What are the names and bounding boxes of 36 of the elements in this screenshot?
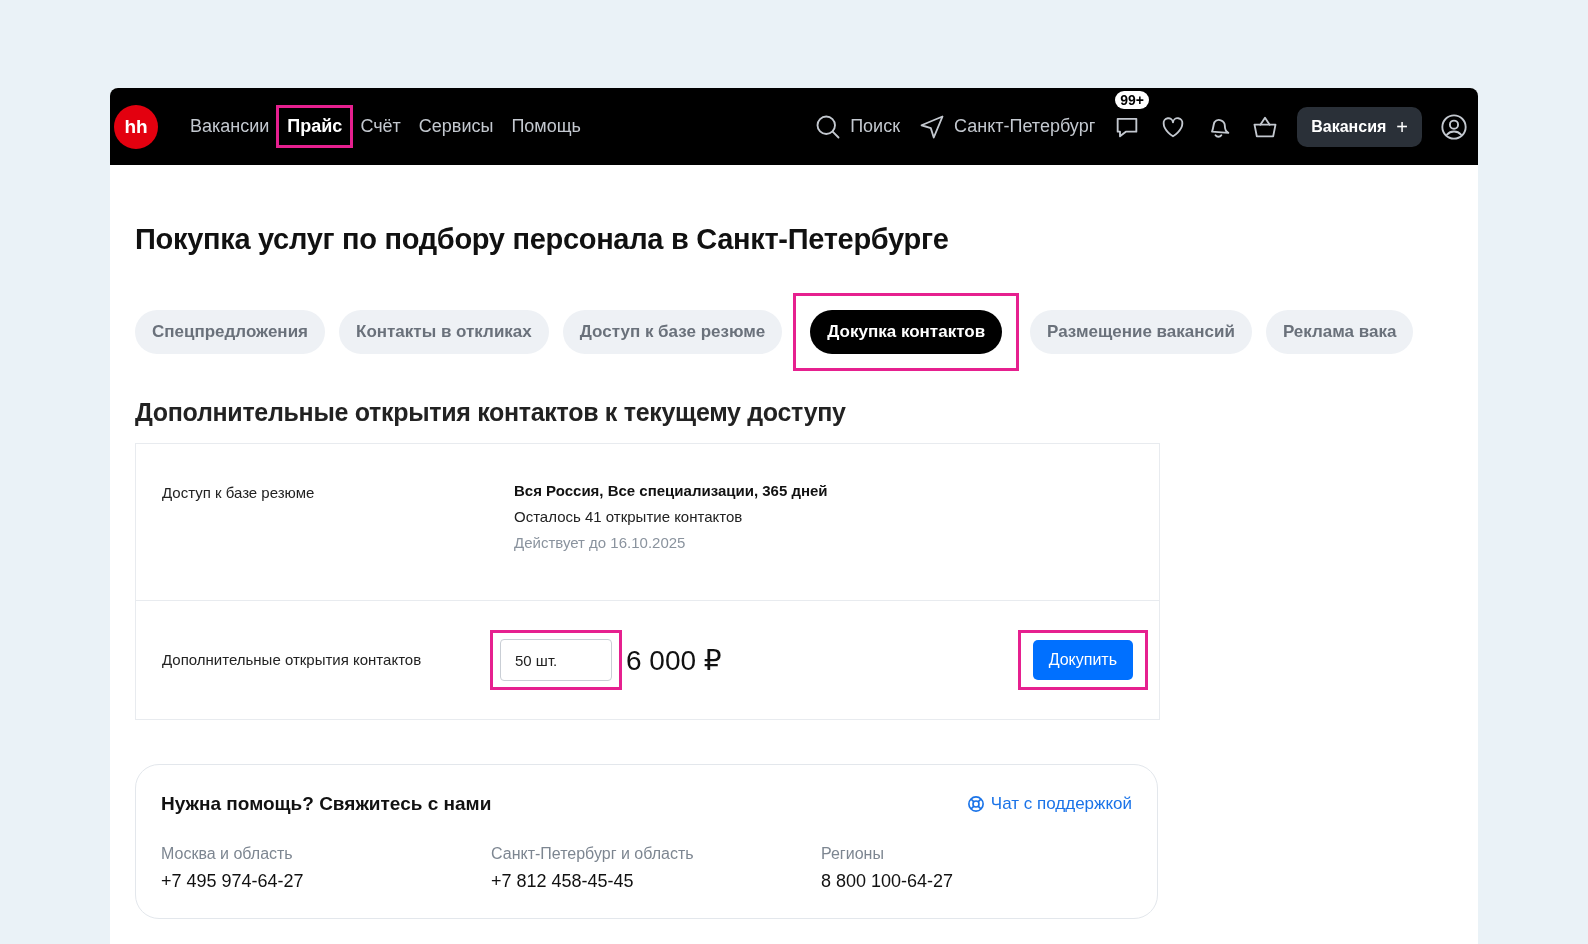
category-tab[interactable]: Доступ к базе резюме: [562, 310, 783, 354]
buy-button[interactable]: Докупить: [1032, 640, 1133, 680]
phone-number: 8 800 100-64-27: [821, 871, 955, 892]
phone-number: +7 812 458-45-45: [491, 871, 635, 892]
quantity-field[interactable]: 50 шт.: [500, 639, 612, 681]
add-vacancy-button[interactable]: Вакансия +: [1297, 106, 1422, 147]
category-tab[interactable]: Реклама вака: [1265, 310, 1414, 354]
nav-link[interactable]: Счёт: [354, 110, 407, 143]
price: 6 000 ₽: [626, 643, 722, 677]
row-label: Доступ к базе резюме: [162, 483, 316, 503]
nav-link[interactable]: Вакансии: [184, 110, 276, 143]
section-title: Дополнительные открытия контактов к текущему доступу: [135, 398, 847, 427]
access-info: Осталось 41 открытие контактов: [514, 508, 744, 525]
nav-link[interactable]: Прайс: [281, 110, 349, 143]
category-tab[interactable]: Докупка контактов: [810, 310, 1003, 354]
region-label: Санкт-Петербург и область: [491, 845, 695, 863]
city-link[interactable]: Санкт-Петербург: [918, 112, 1096, 141]
lifebuoy-icon: [966, 795, 985, 813]
support-chat-link[interactable]: Чат с поддержкой: [966, 794, 1132, 814]
notification-badge: 99+: [1115, 90, 1149, 109]
region-label: Регионы: [821, 845, 885, 863]
search-link[interactable]: Поиск: [814, 112, 901, 141]
access-info: Вся Россия, Все специализации, 365 дней: [514, 482, 828, 499]
logo[interactable]: hh: [114, 104, 158, 149]
category-tab[interactable]: Спецпредложения: [135, 310, 325, 354]
access-info: Действует до 16.10.2025: [514, 534, 687, 551]
user-icon[interactable]: [1440, 112, 1468, 141]
nav-link[interactable]: Помощь: [505, 110, 587, 143]
category-tab[interactable]: Контакты в откликах: [339, 310, 549, 354]
region-label: Москва и область: [161, 845, 294, 863]
row-label: Дополнительные открытия контактов: [162, 650, 423, 670]
category-tab[interactable]: Размещение вакансий: [1030, 310, 1252, 354]
help-title: Нужна помощь? Свяжитесь с нами: [161, 793, 492, 815]
nav-link[interactable]: Сервисы: [412, 110, 500, 143]
phone-number: +7 495 974-64-27: [161, 871, 305, 892]
page-title: Покупка услуг по подбору персонала в Санкт-Петербурге: [135, 223, 950, 256]
